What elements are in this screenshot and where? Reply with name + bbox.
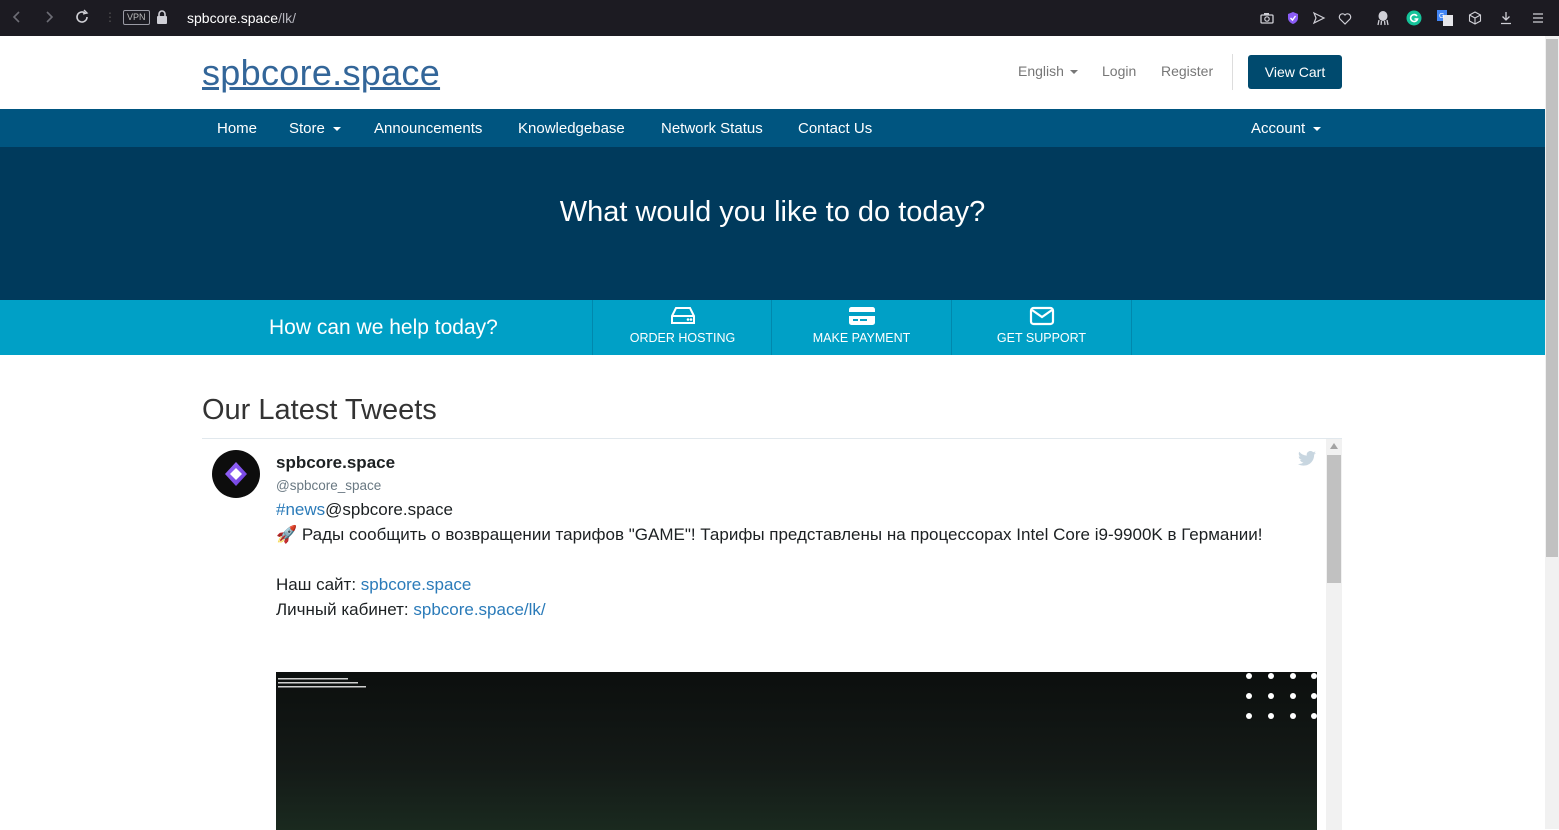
tweet-site-line: Наш сайт: spbcore.space: [276, 572, 1276, 597]
tweet-text: #news@spbcore.space 🚀 Рады сообщить о во…: [276, 497, 1276, 622]
tweet-scrollbar[interactable]: [1326, 439, 1342, 830]
grammar-extension-icon[interactable]: [1404, 8, 1424, 28]
login-link[interactable]: Login: [1102, 63, 1136, 79]
send-icon[interactable]: [1309, 8, 1329, 28]
nav-network-status[interactable]: Network Status: [661, 120, 763, 137]
tweet-lk-line: Личный кабинет: spbcore.space/lk/: [276, 597, 1276, 622]
register-link[interactable]: Register: [1161, 63, 1213, 79]
hero-title: What would you like to do today?: [559, 196, 986, 228]
nav-home[interactable]: Home: [217, 120, 257, 137]
server-icon: [593, 306, 772, 328]
svg-text:G: G: [1439, 13, 1444, 20]
tweets-section-title: Our Latest Tweets: [202, 394, 437, 426]
lock-icon[interactable]: [156, 10, 168, 29]
make-payment-label: MAKE PAYMENT: [812, 331, 911, 345]
heart-icon[interactable]: [1335, 8, 1355, 28]
caret-down-icon: [332, 127, 341, 132]
site-link[interactable]: spbcore.space: [361, 575, 472, 594]
caret-down-icon: [1069, 70, 1078, 75]
back-icon[interactable]: [8, 8, 26, 26]
page-scrollbar[interactable]: [1545, 36, 1559, 829]
cube-icon[interactable]: [1465, 8, 1485, 28]
url-path: /lk/: [278, 10, 296, 26]
site-label: Наш сайт:: [276, 575, 361, 594]
site-header: spbcore.space English Login Register Vie…: [0, 36, 1545, 109]
hero-banner: What would you like to do today?: [0, 147, 1545, 300]
view-cart-button[interactable]: View Cart: [1248, 55, 1342, 89]
lk-link[interactable]: spbcore.space/lk/: [413, 600, 545, 619]
main-navbar: Home Store Announcements Knowledgebase N…: [0, 109, 1545, 147]
avatar[interactable]: [212, 450, 260, 498]
mention-text: @spbcore.space: [325, 500, 453, 519]
scroll-up-icon[interactable]: [1330, 443, 1338, 449]
tweet-media-image[interactable]: [276, 672, 1317, 830]
page-scrollbar-thumb[interactable]: [1546, 39, 1558, 557]
separator-icon: ⋮: [104, 10, 116, 24]
address-bar[interactable]: spbcore.space/lk/: [187, 10, 296, 26]
header-divider: [1232, 54, 1233, 90]
translate-extension-icon[interactable]: G: [1435, 8, 1455, 28]
forward-icon[interactable]: [40, 8, 58, 26]
shield-extension-icon[interactable]: [1283, 8, 1303, 28]
order-hosting-button[interactable]: ORDER HOSTING: [592, 300, 772, 355]
language-label: English: [1018, 63, 1064, 79]
tweet-scrollbar-thumb[interactable]: [1327, 455, 1341, 583]
lk-label: Личный кабинет:: [276, 600, 414, 619]
tweet-author-name[interactable]: spbcore.space: [276, 453, 395, 473]
menu-icon[interactable]: [1528, 8, 1548, 28]
tweet-spacer: [276, 547, 1276, 572]
envelope-icon: [952, 306, 1131, 328]
nav-account-label: Account: [1251, 120, 1306, 137]
tweet-embed: spbcore.space @spbcore_space #news@spbco…: [202, 438, 1342, 830]
help-text: How can we help today?: [269, 316, 498, 339]
help-bar: How can we help today? ORDER HOSTING MAK…: [0, 300, 1545, 355]
tweet-tags-line: #news@spbcore.space: [276, 497, 1276, 522]
octopus-extension-icon[interactable]: [1373, 8, 1393, 28]
make-payment-button[interactable]: MAKE PAYMENT: [771, 300, 951, 355]
url-host: spbcore.space: [187, 10, 279, 26]
nav-contact-us[interactable]: Contact Us: [798, 120, 872, 137]
site-logo[interactable]: spbcore.space: [202, 52, 440, 94]
media-dots-decoration: [1246, 673, 1317, 719]
tweet-announcement: 🚀 Рады сообщить о возвращении тарифов "G…: [276, 525, 1263, 544]
vpn-badge[interactable]: VPN: [123, 10, 150, 25]
nav-store[interactable]: Store: [289, 120, 341, 137]
nav-announcements[interactable]: Announcements: [374, 120, 482, 137]
credit-card-icon: [772, 306, 951, 328]
download-icon[interactable]: [1496, 8, 1516, 28]
camera-icon[interactable]: [1257, 8, 1277, 28]
hashtag-link[interactable]: #news: [276, 500, 325, 519]
nav-store-label: Store: [289, 120, 325, 137]
order-hosting-label: ORDER HOSTING: [629, 331, 736, 345]
twitter-bird-icon[interactable]: [1298, 451, 1316, 471]
reload-icon[interactable]: [73, 8, 91, 26]
caret-down-icon: [1313, 127, 1322, 132]
get-support-label: GET SUPPORT: [996, 331, 1087, 345]
get-support-button[interactable]: GET SUPPORT: [951, 300, 1132, 355]
language-dropdown[interactable]: English: [1018, 63, 1078, 79]
nav-account[interactable]: Account: [1251, 120, 1322, 137]
tweet-author-handle[interactable]: @spbcore_space: [276, 478, 381, 493]
media-lines-decoration: [278, 678, 366, 688]
nav-knowledgebase[interactable]: Knowledgebase: [518, 120, 625, 137]
browser-toolbar: ⋮ VPN spbcore.space/lk/ G: [0, 0, 1559, 36]
